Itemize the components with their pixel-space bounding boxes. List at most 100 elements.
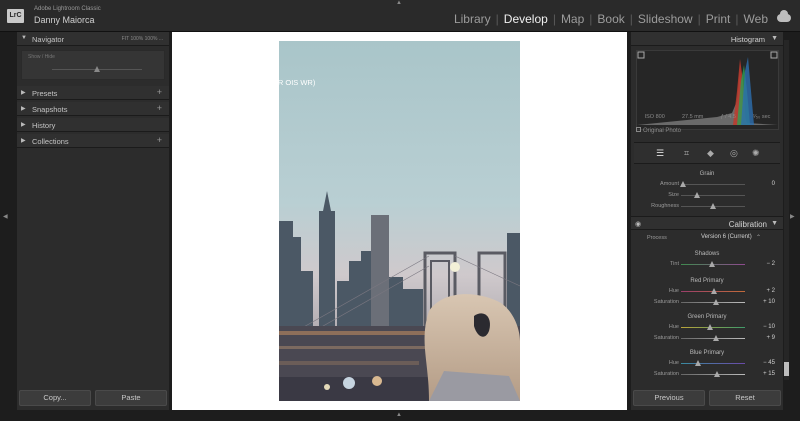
checkbox-icon[interactable] <box>636 127 641 132</box>
module-library[interactable]: Library <box>452 12 493 26</box>
panel-label: Snapshots <box>32 105 68 114</box>
slider-track[interactable] <box>681 374 745 375</box>
expand-triangle-icon: ▶ <box>21 90 26 96</box>
histogram-header[interactable]: Histogram ▼ <box>631 32 783 46</box>
slider-thumb[interactable] <box>679 181 686 187</box>
navigator-header[interactable]: ▼ Navigator FIT 100% 100% ... <box>17 32 169 46</box>
slider-value[interactable]: − 10 <box>763 324 775 330</box>
collapse-bottom-arrow-icon[interactable]: ▲ <box>396 412 402 418</box>
right-panel-scrollbar[interactable] <box>784 40 789 380</box>
previous-button[interactable]: Previous <box>633 390 705 406</box>
process-dropdown-arrow-icon[interactable]: ⌃ <box>756 234 761 241</box>
photo-image[interactable] <box>279 41 520 401</box>
scrollbar-thumb[interactable] <box>784 362 789 376</box>
slider-thumb[interactable] <box>710 203 716 209</box>
slider-row[interactable]: Amount 0 <box>631 180 783 190</box>
red-eye-icon[interactable]: ◎ <box>730 148 738 159</box>
slider-row[interactable]: Roughness <box>631 202 783 212</box>
user-name[interactable]: Danny Maiorca <box>34 15 95 25</box>
slider-value[interactable]: + 15 <box>763 371 775 377</box>
section-title: Red Primary <box>690 278 724 284</box>
process-dropdown[interactable]: Version 6 (Current) <box>701 234 752 240</box>
cloud-sync-icon[interactable] <box>777 10 791 22</box>
process-label: Process <box>647 235 667 241</box>
original-photo-label: Original Photo <box>643 128 682 134</box>
slider-value[interactable]: + 10 <box>763 299 775 305</box>
panel-history[interactable]: ▶ History <box>17 118 169 132</box>
module-slideshow[interactable]: Slideshow <box>636 12 695 26</box>
slider-row[interactable]: Saturation + 15 <box>631 370 783 380</box>
collapse-left-arrow-icon[interactable]: ◀ <box>3 213 8 220</box>
navigator-zoom-options[interactable]: FIT 100% 100% ... <box>122 36 163 42</box>
section-title: Shadows <box>694 251 720 257</box>
masking-icon[interactable]: ✺ <box>752 148 760 159</box>
slider-thumb[interactable] <box>713 299 720 305</box>
panel-presets[interactable]: ▶ Presets + <box>17 86 169 100</box>
panel-label: Collections <box>32 137 69 146</box>
collapse-top-arrow-icon[interactable]: ▲ <box>396 0 402 6</box>
lightroom-logo: LrC <box>7 9 24 23</box>
panel-collections[interactable]: ▶ Collections + <box>17 134 169 148</box>
slider-track[interactable] <box>681 184 745 185</box>
visibility-eye-icon[interactable]: ◉ <box>635 220 641 228</box>
slider-thumb[interactable] <box>713 335 720 341</box>
navigator-sublabel: Show / Hide <box>28 54 55 60</box>
collapse-right-arrow-icon[interactable]: ▶ <box>790 213 795 220</box>
copy-button[interactable]: Copy... <box>19 390 91 406</box>
slider-value[interactable]: + 2 <box>766 288 775 294</box>
slider-row[interactable]: Saturation + 10 <box>631 298 783 308</box>
slider-label: Hue <box>668 324 679 330</box>
reset-button[interactable]: Reset <box>709 390 781 406</box>
paste-button[interactable]: Paste <box>95 390 167 406</box>
histogram-metadata: ISO 800 27.5 mm ƒ / 4.5 ¹⁄₅₀ sec <box>636 114 779 120</box>
panel-snapshots[interactable]: ▶ Snapshots + <box>17 102 169 116</box>
module-print[interactable]: Print <box>704 12 733 26</box>
slider-thumb[interactable] <box>695 360 702 366</box>
slider-row[interactable]: Hue − 10 <box>631 323 783 333</box>
module-separator: | <box>735 12 739 26</box>
slider-value[interactable]: − 2 <box>766 261 775 267</box>
add-icon[interactable]: + <box>157 135 162 145</box>
module-separator: | <box>589 12 593 26</box>
module-book[interactable]: Book <box>595 12 626 26</box>
slider-thumb[interactable] <box>708 261 715 267</box>
slider-label: Hue <box>668 360 679 366</box>
histogram-meta-item: ¹⁄₅₀ sec <box>753 114 771 120</box>
healing-icon[interactable]: ◆ <box>707 148 714 159</box>
slider-value[interactable]: + 9 <box>766 335 775 341</box>
module-map[interactable]: Map <box>559 12 586 26</box>
collapse-calibration-icon[interactable]: ▼ <box>771 220 778 227</box>
module-separator: | <box>495 12 499 26</box>
slider-row[interactable]: Hue + 2 <box>631 287 783 297</box>
city-bridge-photo <box>279 41 520 401</box>
slider-row[interactable]: Saturation + 9 <box>631 334 783 344</box>
navigator-slider-thumb[interactable] <box>94 66 100 72</box>
calibration-title: Calibration <box>728 220 767 229</box>
slider-label: Size <box>668 192 679 198</box>
add-icon[interactable]: + <box>157 87 162 97</box>
collapse-histogram-icon[interactable]: ▼ <box>771 35 778 42</box>
slider-thumb[interactable] <box>706 324 713 330</box>
calibration-header[interactable]: ◉ Calibration ▼ <box>631 216 783 230</box>
slider-value[interactable]: − 45 <box>763 360 775 366</box>
panel-label: History <box>32 121 56 130</box>
add-icon[interactable]: + <box>157 103 162 113</box>
module-develop[interactable]: Develop <box>502 12 550 26</box>
edit-sliders-icon[interactable]: ☰ <box>656 148 664 159</box>
module-picker: Library | Develop | Map | Book | Slideshow | Print… <box>452 12 770 26</box>
slider-value[interactable]: 0 <box>772 181 775 187</box>
slider-row[interactable]: Hue − 45 <box>631 359 783 369</box>
slider-thumb[interactable] <box>714 371 721 377</box>
slider-thumb[interactable] <box>694 192 700 198</box>
slider-row[interactable]: Tint − 2 <box>631 260 783 270</box>
slider-track[interactable] <box>681 363 745 364</box>
slider-row[interactable]: Size <box>631 191 783 201</box>
histogram-title: Histogram <box>730 35 765 44</box>
slider-label: Saturation <box>653 371 679 377</box>
original-photo-checkbox[interactable]: Original Photo <box>636 127 681 134</box>
slider-track[interactable] <box>681 195 745 196</box>
slider-track[interactable] <box>681 327 745 328</box>
crop-icon[interactable]: ⌗ <box>684 148 689 159</box>
slider-thumb[interactable] <box>711 288 718 294</box>
module-web[interactable]: Web <box>742 12 770 26</box>
